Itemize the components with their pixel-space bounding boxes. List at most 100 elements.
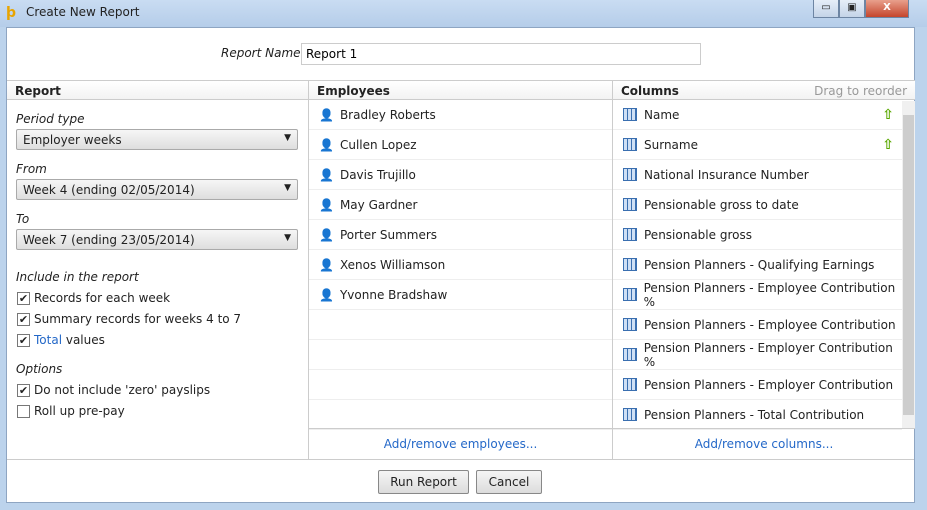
checkbox-icon: ✔ [17, 291, 30, 305]
employee-name: Porter Summers [339, 227, 438, 242]
empty-row [309, 400, 612, 430]
from-label: From [16, 162, 47, 176]
empty-row [309, 370, 612, 400]
employees-header: Employees [309, 81, 612, 100]
report-panel: Report Period type Employer weeks ▼ From … [7, 80, 309, 460]
employee-name: Yvonne Bradshaw [339, 287, 448, 302]
add-remove-employees-link[interactable]: Add/remove employees... [309, 428, 612, 460]
column-name: National Insurance Number [644, 167, 809, 182]
checkbox-item[interactable]: ✔ Records for each week [17, 290, 308, 306]
checkbox-label: Roll up pre-pay [34, 404, 125, 418]
column-row[interactable]: Pension Planners - Employer Contribution… [613, 340, 902, 370]
employees-panel: Employees 👤 Bradley Roberts 👤 Cullen Lopez 👤… [309, 80, 613, 460]
report-name-input[interactable] [301, 43, 701, 65]
column-row[interactable]: Pension Planners - Employee Contribution… [613, 280, 902, 310]
person-icon: 👤 [319, 137, 334, 152]
employee-row[interactable]: 👤 Yvonne Bradshaw [309, 280, 612, 310]
empty-row [309, 340, 612, 370]
sort-up-arrow-icon[interactable]: ⇧ [882, 107, 894, 123]
checkbox-item[interactable]: Roll up pre-pay [17, 403, 308, 419]
dropdown-arrow-icon: ▼ [284, 183, 291, 193]
checkbox-total-values[interactable]: ✔ Total values [17, 332, 308, 348]
run-report-button[interactable]: Run Report [378, 470, 469, 494]
person-icon: 👤 [319, 257, 334, 272]
column-row[interactable]: Pensionable gross [613, 220, 902, 250]
column-icon [623, 378, 637, 391]
checkbox-label: Records for each week [34, 291, 171, 305]
dialog-footer: Run Report Cancel [7, 459, 914, 503]
column-name: Pension Planners - Employee Contribution… [643, 280, 896, 309]
column-row[interactable]: Pension Planners - Qualifying Earnings [613, 250, 902, 280]
from-select[interactable]: Week 4 (ending 02/05/2014) ▼ [16, 179, 298, 200]
dropdown-arrow-icon: ▼ [284, 133, 291, 143]
empty-row [309, 310, 612, 340]
title-bar: þ Create New Report ▭ ▣ X [0, 0, 927, 27]
column-icon [623, 408, 637, 421]
to-label: To [16, 212, 30, 226]
column-row[interactable]: Name ⇧ [613, 100, 902, 130]
checkbox-item[interactable]: ✔ Do not include 'zero' payslips [17, 382, 308, 398]
person-icon: 👤 [319, 227, 334, 242]
minimize-button[interactable]: ▭ [813, 0, 839, 18]
period-type-label: Period type [16, 112, 85, 126]
column-icon [623, 258, 637, 271]
column-name: Pension Planners - Employee Contribution [644, 317, 896, 332]
employee-row[interactable]: 👤 May Gardner [309, 190, 612, 220]
checkbox-icon: ✔ [17, 312, 30, 326]
column-name: Pension Planners - Employer Contribution [644, 377, 894, 392]
column-row[interactable]: Surname ⇧ [613, 130, 902, 160]
person-icon: 👤 [319, 197, 334, 212]
column-row[interactable]: National Insurance Number [613, 160, 902, 190]
checkbox-icon: ✔ [17, 333, 30, 347]
column-name: Pension Planners - Qualifying Earnings [644, 257, 875, 272]
column-name: Pension Planners - Total Contribution [644, 407, 865, 422]
column-name: Surname [644, 137, 698, 152]
drag-hint: Drag to reorder [814, 84, 907, 98]
employee-row[interactable]: 👤 Xenos Williamson [309, 250, 612, 280]
column-icon [623, 348, 637, 361]
add-remove-columns-link[interactable]: Add/remove columns... [613, 428, 915, 460]
employee-name: Xenos Williamson [339, 257, 446, 272]
column-row[interactable]: Pension Planners - Employer Contribution [613, 370, 902, 400]
from-value: Week 4 (ending 02/05/2014) [23, 183, 195, 197]
total-link[interactable]: Total [34, 333, 62, 347]
sort-up-arrow-icon[interactable]: ⇧ [882, 137, 894, 153]
person-icon: 👤 [319, 167, 334, 182]
column-name: Pensionable gross [644, 227, 752, 242]
column-icon [623, 138, 637, 151]
column-icon [623, 288, 637, 301]
employee-name: Davis Trujillo [339, 167, 416, 182]
column-icon [623, 228, 637, 241]
window-title: Create New Report [26, 5, 140, 19]
dropdown-arrow-icon: ▼ [284, 233, 291, 243]
person-icon: 👤 [319, 287, 334, 302]
employee-row[interactable]: 👤 Cullen Lopez [309, 130, 612, 160]
options-label: Options [16, 362, 63, 376]
to-select[interactable]: Week 7 (ending 23/05/2014) ▼ [16, 229, 298, 250]
report-name-label: Report Name [221, 46, 301, 60]
scrollbar-thumb[interactable] [903, 115, 914, 415]
cancel-button[interactable]: Cancel [476, 470, 542, 494]
employee-name: Cullen Lopez [339, 137, 417, 152]
checkbox-item[interactable]: ✔ Summary records for weeks 4 to 7 [17, 311, 308, 327]
employee-name: Bradley Roberts [339, 107, 436, 122]
column-name: Pensionable gross to date [644, 197, 799, 212]
columns-scrollbar[interactable] [902, 101, 915, 428]
column-row[interactable]: Pension Planners - Total Contribution [613, 400, 902, 430]
checkbox-icon: ✔ [17, 383, 30, 397]
employee-row[interactable]: 👤 Porter Summers [309, 220, 612, 250]
dialog-body: Report Name Report Period type Employer … [6, 27, 915, 503]
column-name: Name [644, 107, 680, 122]
employee-row[interactable]: 👤 Davis Trujillo [309, 160, 612, 190]
column-row[interactable]: Pensionable gross to date [613, 190, 902, 220]
period-type-select[interactable]: Employer weeks ▼ [16, 129, 298, 150]
close-button[interactable]: X [865, 0, 909, 18]
to-value: Week 7 (ending 23/05/2014) [23, 233, 195, 247]
column-icon [623, 318, 637, 331]
maximize-button[interactable]: ▣ [839, 0, 865, 18]
column-row[interactable]: Pension Planners - Employee Contribution [613, 310, 902, 340]
column-icon [623, 168, 637, 181]
column-name: Pension Planners - Employer Contribution… [643, 340, 893, 369]
report-header: Report [7, 81, 308, 100]
employee-row[interactable]: 👤 Bradley Roberts [309, 100, 612, 130]
